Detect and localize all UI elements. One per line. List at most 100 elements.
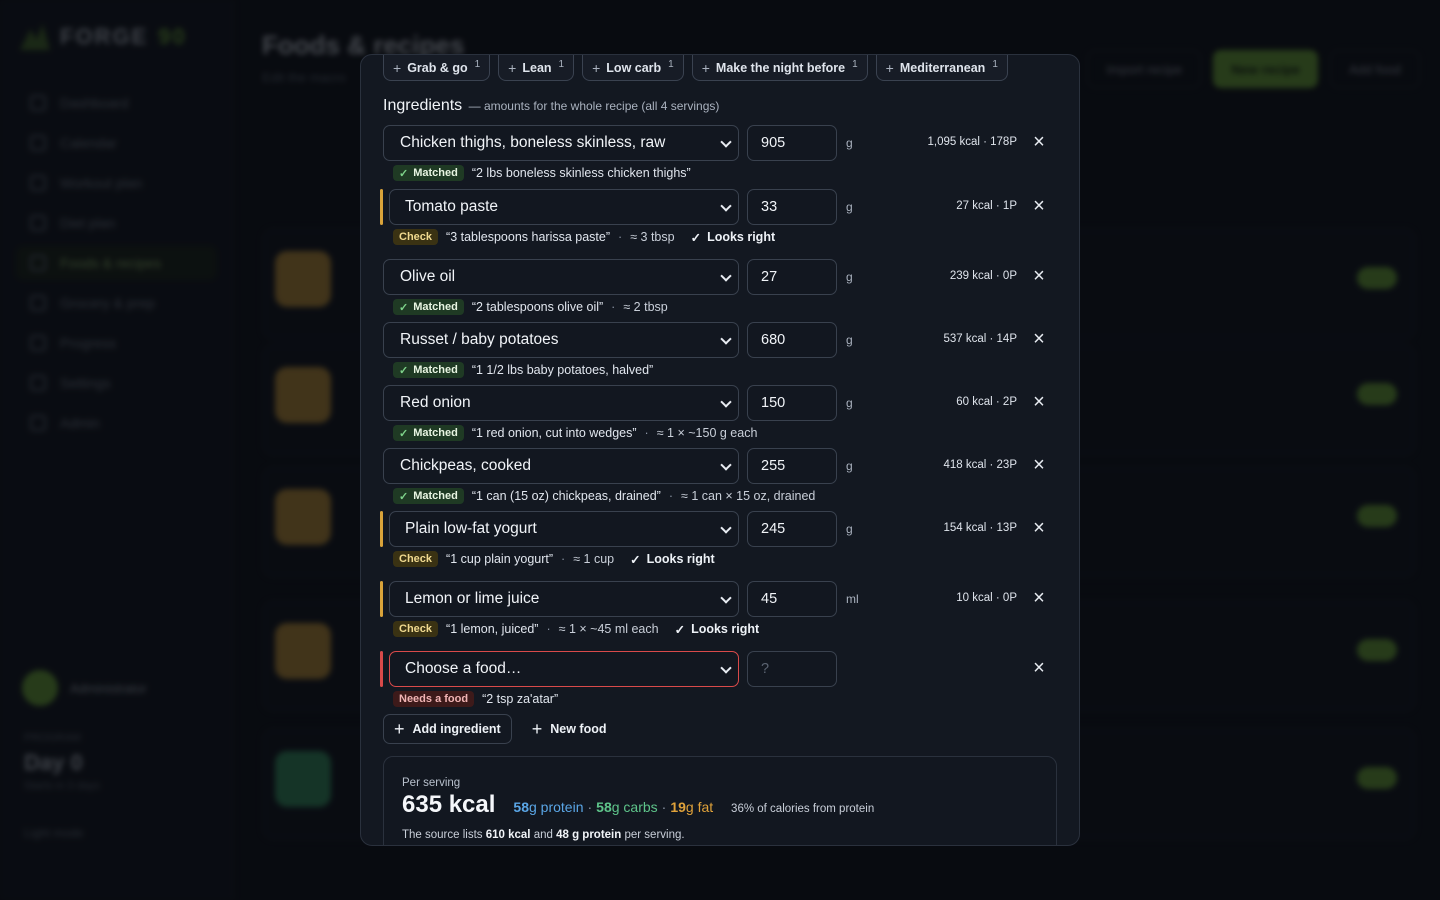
ingredient-meta: Matched “1 1/2 lbs baby potatoes, halved” [393, 362, 653, 378]
food-select[interactable]: Russet / baby potatoes [383, 322, 739, 358]
ingredient-nutrition: 154 kcal · 13P [943, 522, 1017, 534]
tag-label: Make the night before [715, 60, 846, 75]
quantity-input[interactable]: 45 [747, 581, 837, 617]
looks-right-button[interactable]: ✓ Looks right [630, 552, 715, 567]
plus-icon: + [885, 59, 894, 76]
estimate-text: ≈ 1 × ~45 ml each [558, 622, 659, 636]
food-select-value: Choose a food… [405, 660, 522, 677]
food-select-value: Chicken thighs, boneless skinless, raw [400, 134, 666, 151]
quantity-input[interactable]: 27 [747, 259, 837, 295]
unit-label: g [846, 136, 853, 150]
quantity-input[interactable]: 150 [747, 385, 837, 421]
remove-ingredient-button[interactable]: × [1029, 196, 1049, 217]
tag-chip[interactable]: + Mediterranean 1 [875, 55, 1008, 81]
food-select[interactable]: Lemon or lime juice [389, 581, 739, 617]
plus-icon: + [592, 59, 601, 76]
remove-ingredient-button[interactable]: × [1029, 455, 1049, 476]
check-icon: ✓ [674, 622, 686, 637]
tag-count: 1 [668, 59, 674, 70]
add-ingredient-button[interactable]: + Add ingredient [383, 714, 512, 744]
carbs-value: 58 [596, 799, 612, 815]
remove-ingredient-button[interactable]: × [1029, 658, 1049, 679]
remove-ingredient-button[interactable]: × [1029, 132, 1049, 153]
chevron-down-icon [720, 662, 732, 674]
tag-list: + Grab & go 1 + Lean 1 + Low carb 1 + Make the … [383, 55, 1008, 81]
ingredients-note: — amounts for the whole recipe (all 4 se… [468, 99, 720, 113]
plus-icon: + [701, 59, 710, 76]
status-badge: Check [393, 621, 439, 637]
new-food-button[interactable]: + New food [522, 714, 617, 744]
remove-ingredient-button[interactable]: × [1029, 266, 1049, 287]
chevron-down-icon [720, 522, 732, 534]
status-badge: Matched [393, 488, 464, 504]
unit-label: ml [846, 592, 859, 606]
tag-label: Mediterranean [899, 60, 986, 75]
quantity-input[interactable]: 245 [747, 511, 837, 547]
plus-icon: + [508, 59, 517, 76]
looks-right-button[interactable]: ✓ Looks right [675, 622, 760, 637]
status-badge: Matched [393, 165, 464, 181]
food-select[interactable]: Chickpeas, cooked [383, 448, 739, 484]
food-select[interactable]: Olive oil [383, 259, 739, 295]
unit-label: g [846, 459, 853, 473]
tag-chip[interactable]: + Grab & go 1 [383, 55, 491, 81]
food-select-value: Olive oil [400, 268, 456, 285]
tag-chip[interactable]: + Low carb 1 [582, 55, 684, 81]
src-kcal: 610 kcal [485, 829, 531, 841]
estimate-text: ≈ 1 × ~150 g each [656, 426, 758, 440]
food-select[interactable]: Tomato paste [389, 189, 739, 225]
remove-ingredient-button[interactable]: × [1029, 392, 1049, 413]
ingredient-meta: Matched “1 red onion, cut into wedges” · ≈ … [393, 425, 757, 441]
looks-right-button[interactable]: ✓ Looks right [691, 230, 776, 245]
source-text: “1 1/2 lbs baby potatoes, halved” [471, 363, 654, 377]
ingredient-nutrition: 537 kcal · 14P [943, 333, 1017, 345]
source-comparison: The source lists 610 kcal and 48 g prote… [402, 829, 1038, 841]
estimate-text: ≈ 3 tbsp [630, 230, 675, 244]
add-ingredient-label: Add ingredient [412, 722, 501, 736]
remove-ingredient-button[interactable]: × [1029, 588, 1049, 609]
food-select[interactable]: Plain low-fat yogurt [389, 511, 739, 547]
tag-count: 1 [852, 59, 858, 70]
tag-chip[interactable]: + Make the night before 1 [691, 55, 868, 81]
src-text: per serving. [624, 829, 685, 841]
status-bar [380, 581, 383, 617]
status-bar [380, 651, 383, 687]
quantity-input[interactable]: 905 [747, 125, 837, 161]
protein-label: g protein [529, 799, 584, 815]
macro-breakdown: 58g protein · 58g carbs · 19g fat 36% of cal… [513, 799, 875, 815]
plus-icon: + [531, 718, 543, 739]
food-select-value: Tomato paste [405, 198, 499, 215]
tag-count: 1 [558, 59, 565, 70]
source-text: “2 tablespoons olive oil” [471, 300, 604, 314]
looks-right-label: Looks right [707, 230, 776, 244]
looks-right-label: Looks right [691, 622, 760, 636]
tag-chip[interactable]: + Lean 1 [498, 55, 575, 81]
tag-count: 1 [474, 59, 481, 70]
quantity-input[interactable]: 33 [747, 189, 837, 225]
edit-recipe-modal: + Grab & go 1 + Lean 1 + Low carb 1 + Make the … [360, 54, 1080, 846]
plus-icon: + [393, 59, 402, 76]
looks-right-label: Looks right [646, 552, 715, 566]
food-select-value: Russet / baby potatoes [400, 331, 559, 348]
tag-label: Low carb [606, 60, 662, 75]
ingredient-actions: + Add ingredient + New food [383, 714, 616, 744]
remove-ingredient-button[interactable]: × [1029, 329, 1049, 350]
quantity-input[interactable]: 255 [747, 448, 837, 484]
food-select[interactable]: Choose a food… [389, 651, 739, 687]
food-select[interactable]: Chicken thighs, boneless skinless, raw [383, 125, 739, 161]
quantity-input[interactable]: ? [747, 651, 837, 687]
source-text: “1 cup plain yogurt” [446, 552, 554, 566]
unit-label: g [846, 396, 853, 410]
quantity-input[interactable]: 680 [747, 322, 837, 358]
chevron-down-icon [720, 136, 732, 148]
status-badge: Check [393, 229, 439, 245]
food-select[interactable]: Red onion [383, 385, 739, 421]
ingredients-heading: Ingredients — amounts for the whole reci… [383, 97, 719, 115]
fat-value: 19 [670, 799, 686, 815]
ingredient-nutrition: 60 kcal · 2P [956, 396, 1017, 408]
new-food-label: New food [550, 722, 607, 736]
remove-ingredient-button[interactable]: × [1029, 518, 1049, 539]
check-icon: ✓ [690, 230, 702, 245]
src-protein: 48 g protein [556, 829, 622, 841]
status-badge: Matched [393, 362, 464, 378]
